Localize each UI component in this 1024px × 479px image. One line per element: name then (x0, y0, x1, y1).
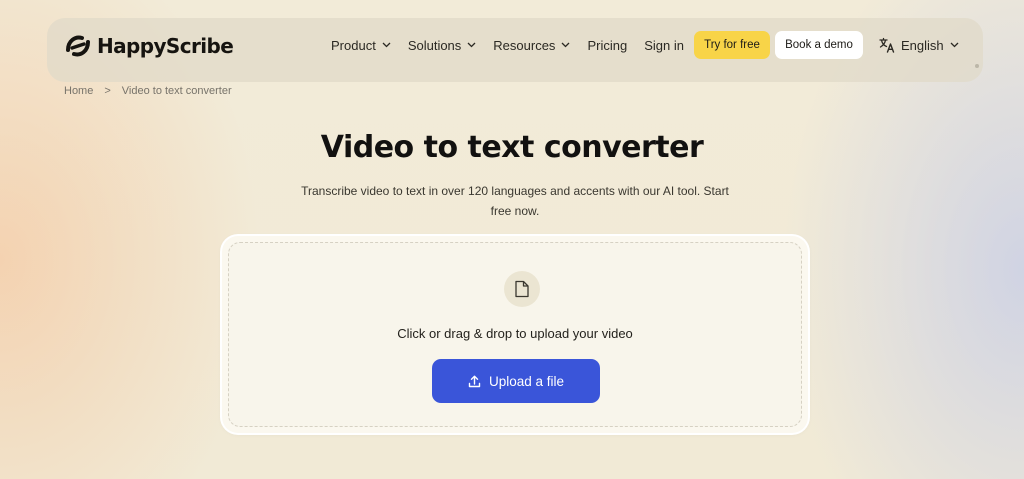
language-label: English (901, 37, 944, 53)
nav-item-label: Solutions (407, 37, 462, 53)
nav-item-sign-in[interactable]: Sign in (644, 38, 684, 53)
nav-item-pricing[interactable]: Pricing (587, 38, 627, 53)
breadcrumb-separator: > (104, 85, 111, 97)
scroll-indicator (975, 64, 979, 68)
language-selector[interactable]: English (879, 35, 959, 55)
top-navbar: HappyScribe Product Solutions Resources … (47, 18, 983, 82)
chevron-down-icon (382, 42, 391, 48)
upload-prompt: Click or drag & drop to upload your vide… (397, 326, 633, 341)
breadcrumb-current: Video to text converter (121, 85, 232, 97)
nav-item-label: Resources (493, 37, 556, 53)
file-icon (515, 280, 529, 298)
chevron-down-icon (950, 42, 959, 48)
upload-card: Click or drag & drop to upload your vide… (222, 236, 808, 433)
brand-name: HappyScribe (97, 34, 234, 58)
happyscribe-logo-icon (66, 35, 90, 57)
chevron-down-icon (467, 42, 476, 48)
upload-button-label: Upload a file (488, 373, 565, 389)
try-for-free-button[interactable]: Try for free (694, 31, 770, 59)
translate-icon (879, 37, 895, 53)
nav-item-label: Pricing (587, 37, 628, 53)
breadcrumb-home-link[interactable]: Home (64, 85, 93, 97)
brand-logo[interactable]: HappyScribe (65, 32, 234, 60)
file-icon-badge (504, 271, 540, 307)
page-subtitle: Transcribe video to text in over 120 lan… (301, 184, 729, 218)
upload-dropzone[interactable]: Click or drag & drop to upload your vide… (228, 242, 802, 427)
nav-item-label: Product (331, 37, 376, 53)
nav-menu: Product Solutions Resources Pricing Sign… (331, 18, 701, 72)
nav-item-resources[interactable]: Resources (493, 38, 570, 53)
upload-file-button[interactable]: Upload a file (432, 359, 600, 403)
book-a-demo-button[interactable]: Book a demo (775, 31, 863, 59)
nav-item-solutions[interactable]: Solutions (408, 38, 476, 53)
nav-item-label: Sign in (644, 37, 684, 53)
upload-icon (468, 375, 481, 387)
chevron-down-icon (561, 42, 570, 48)
breadcrumb: Home > Video to text converter (64, 84, 232, 98)
page-title: Video to text converter (320, 130, 704, 165)
nav-item-product[interactable]: Product (331, 38, 391, 53)
